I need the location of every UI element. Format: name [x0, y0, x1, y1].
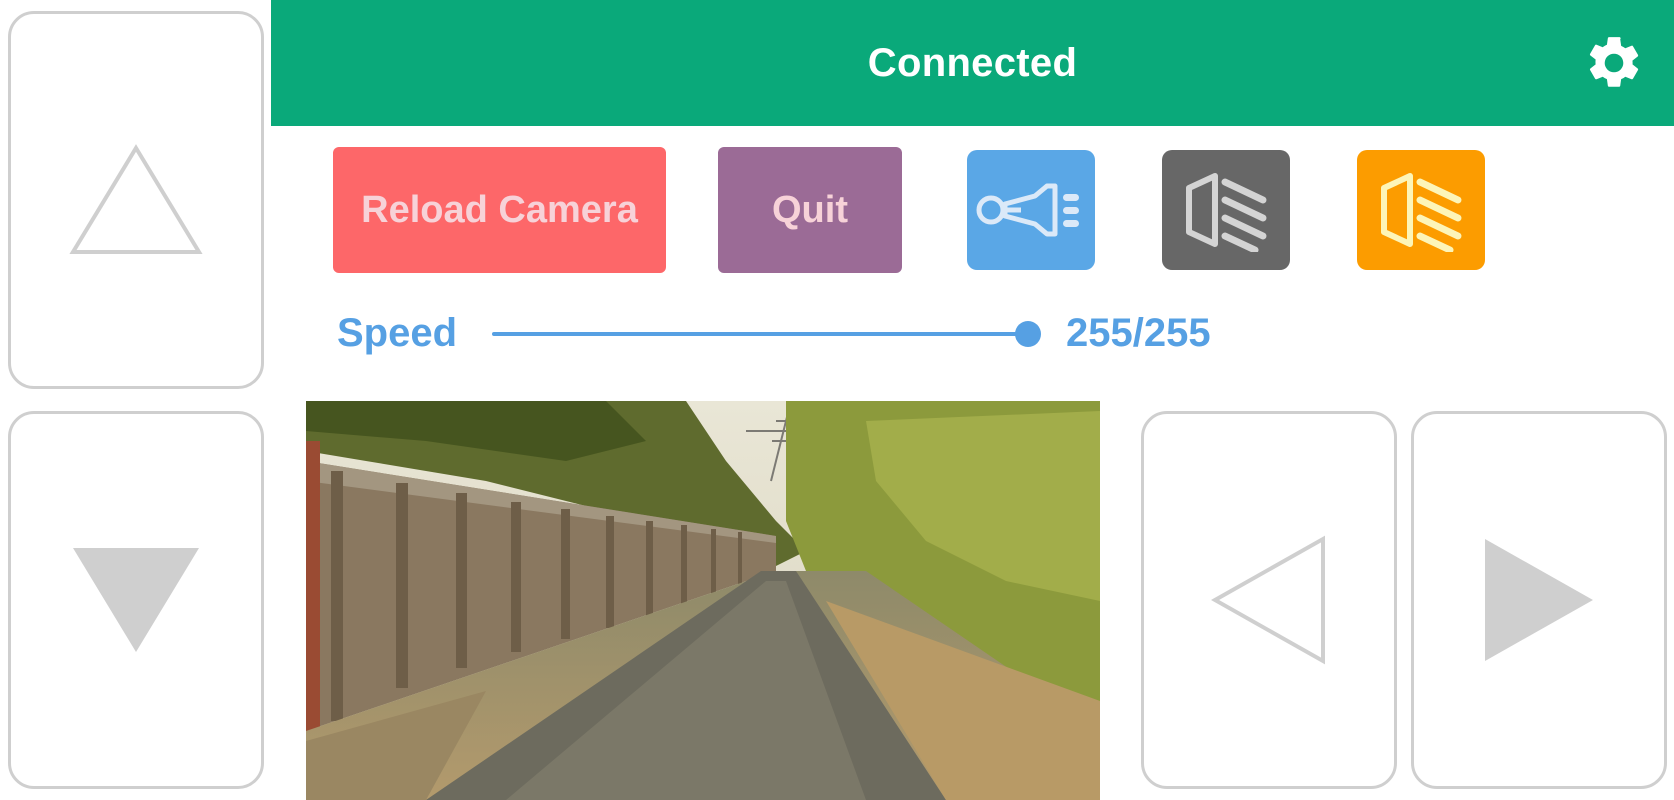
headlight-on-icon	[1381, 173, 1462, 252]
right-button[interactable]	[1411, 411, 1667, 789]
speed-value: 255/255	[1066, 311, 1211, 355]
triangle-left-outline-icon	[1211, 535, 1325, 665]
quit-button[interactable]: Quit	[718, 147, 902, 273]
left-button[interactable]	[1141, 411, 1397, 789]
camera-feed	[306, 401, 1100, 800]
triangle-up-outline-icon	[69, 144, 203, 254]
headlight-off-button[interactable]	[1162, 150, 1290, 270]
connection-status: Connected	[867, 40, 1078, 85]
horn-icon	[976, 183, 1079, 237]
reload-camera-button[interactable]: Reload Camera	[333, 147, 666, 273]
forward-button[interactable]	[8, 11, 264, 389]
speed-slider-track[interactable]	[492, 332, 1028, 336]
reverse-button[interactable]	[8, 411, 264, 789]
gear-icon	[1589, 37, 1639, 87]
triangle-down-filled-icon	[73, 548, 199, 652]
headlight-on-button[interactable]	[1357, 150, 1485, 270]
status-bar: Connected	[271, 0, 1674, 126]
settings-button[interactable]	[1583, 32, 1645, 94]
headlight-off-icon	[1186, 173, 1267, 252]
triangle-right-filled-icon	[1485, 539, 1593, 661]
speed-label: Speed	[337, 311, 458, 355]
camera-image	[306, 401, 1100, 800]
horn-button[interactable]	[967, 150, 1095, 270]
speed-slider-thumb[interactable]	[1015, 321, 1041, 347]
